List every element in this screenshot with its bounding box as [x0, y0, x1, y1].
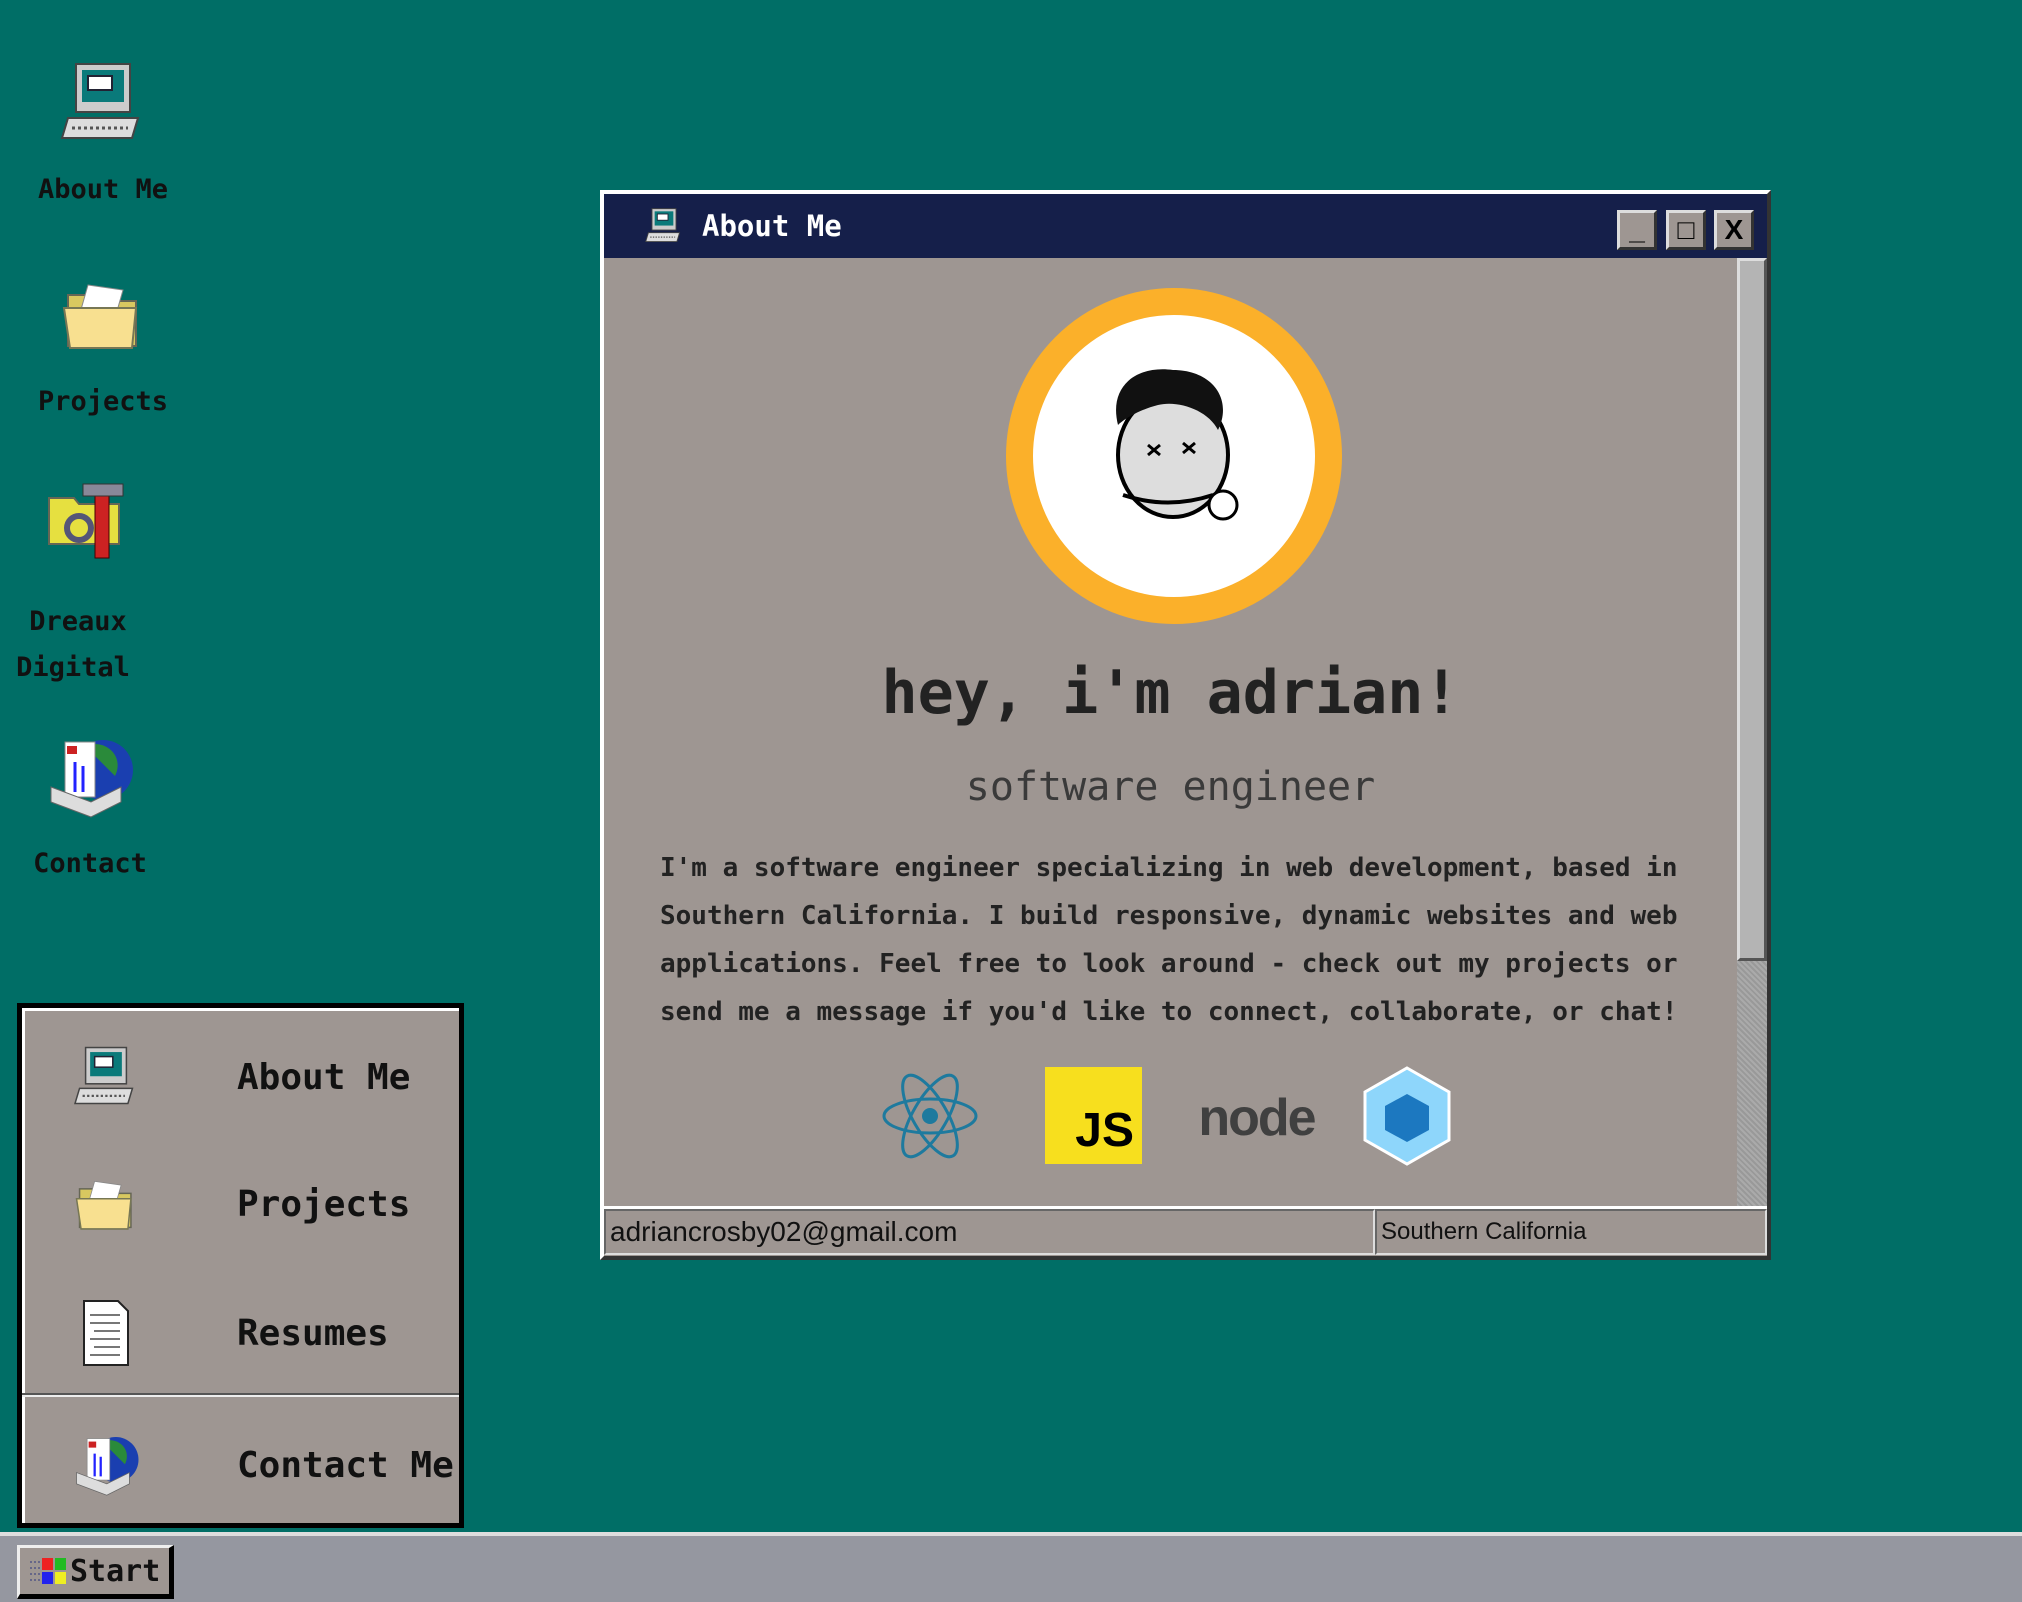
desktop-icon-contact[interactable]: Contact — [0, 732, 190, 889]
status-location: Southern California — [1375, 1209, 1767, 1255]
start-menu: About Me Projects Resumes Contact Me — [17, 1003, 464, 1528]
mail-globe-icon — [72, 1431, 140, 1499]
desktop-icon-label: Projects — [37, 386, 169, 417]
window-content: hey, i'm adrian! software engineer I'm a… — [604, 258, 1737, 1206]
menu-item-label: Contact Me — [237, 1444, 454, 1486]
scrollbar-thumb[interactable] — [1737, 258, 1767, 961]
desktop-icon-projects[interactable]: Projects — [3, 270, 203, 427]
menu-item-label: Resumes — [237, 1312, 389, 1354]
menu-item-label: About Me — [237, 1056, 411, 1098]
avatar-face-icon — [1116, 369, 1239, 521]
start-menu-item-about-me[interactable]: About Me — [22, 1017, 459, 1137]
scrollbar[interactable] — [1737, 258, 1767, 1206]
computer-icon — [58, 58, 148, 148]
title-bar[interactable]: About Me _ □ X — [604, 194, 1767, 258]
node-icon: node — [1198, 1089, 1316, 1147]
desktop-icon-about-me[interactable]: About Me — [3, 58, 203, 215]
bio: I'm a software engineer specializing in … — [660, 853, 1678, 1027]
start-menu-item-resumes[interactable]: Resumes — [22, 1273, 459, 1393]
javascript-icon: JS — [1045, 1067, 1142, 1164]
start-menu-item-projects[interactable]: Projects — [22, 1144, 459, 1264]
react-icon — [882, 1073, 978, 1159]
menu-separator — [22, 1393, 459, 1397]
desktop-icon-dreaux-digital[interactable]: Dreaux Digital — [0, 478, 188, 683]
desktop-icon-label: Contact — [33, 848, 147, 879]
folder-icon — [72, 1170, 140, 1238]
taskbar: Start — [0, 1532, 2022, 1602]
mail-globe-icon — [45, 732, 135, 822]
heading: hey, i'm adrian! — [881, 658, 1460, 728]
desktop-icon-label: Dreaux — [29, 606, 127, 637]
status-email: adriancrosby02@gmail.com — [604, 1209, 1375, 1255]
status-bar: adriancrosby02@gmail.com Southern Califo… — [604, 1206, 1767, 1256]
start-label: Start — [70, 1553, 161, 1589]
tools-folder-icon — [43, 478, 133, 568]
tech-icons: JS node — [604, 1066, 1737, 1166]
start-menu-item-contact-me[interactable]: Contact Me — [22, 1405, 459, 1525]
maximize-button[interactable]: □ — [1666, 210, 1706, 250]
menu-item-label: Projects — [237, 1183, 411, 1225]
close-button[interactable]: X — [1714, 210, 1754, 250]
windows-logo-icon — [30, 1558, 66, 1584]
about-me-window: About Me _ □ X hey, i'm adrian! software… — [600, 190, 1771, 1260]
document-icon — [72, 1299, 140, 1367]
computer-icon — [72, 1043, 140, 1111]
avatar — [1006, 288, 1342, 624]
desktop-icon-label: Digital — [16, 652, 130, 683]
webpack-icon — [1363, 1066, 1451, 1166]
window-title: About Me — [702, 209, 842, 243]
start-button[interactable]: Start — [17, 1545, 174, 1599]
folder-icon — [58, 270, 148, 360]
desktop-icon-label: About Me — [37, 174, 169, 205]
minimize-button[interactable]: _ — [1617, 210, 1657, 250]
computer-icon — [644, 206, 684, 246]
subtitle: software engineer — [965, 764, 1376, 810]
